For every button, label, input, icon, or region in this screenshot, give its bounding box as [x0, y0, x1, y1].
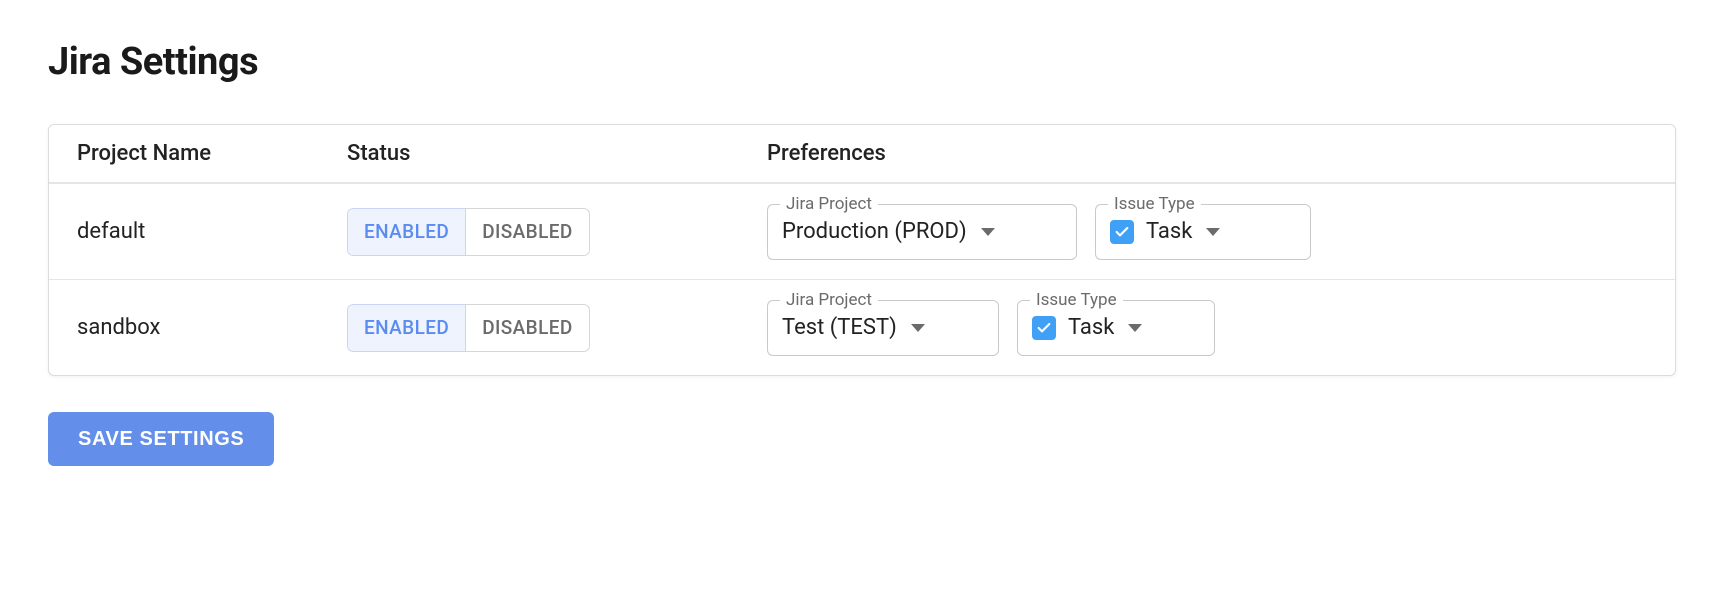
- jira-project-label: Jira Project: [780, 194, 878, 214]
- table-row: sandbox ENABLED DISABLED Jira Project Te…: [49, 279, 1675, 375]
- status-enabled-button[interactable]: ENABLED: [347, 304, 466, 352]
- table-header: Project Name Status Preferences: [49, 125, 1675, 183]
- chevron-down-icon: [911, 324, 925, 332]
- jira-project-select[interactable]: Jira Project Test (TEST): [767, 300, 999, 356]
- chevron-down-icon: [1206, 228, 1220, 236]
- jira-project-value: Production (PROD): [782, 219, 967, 244]
- jira-project-value: Test (TEST): [782, 315, 897, 340]
- issue-type-select[interactable]: Issue Type Task: [1017, 300, 1215, 356]
- jira-project-label: Jira Project: [780, 290, 878, 310]
- column-header-preferences: Preferences: [767, 141, 1647, 166]
- project-name: sandbox: [77, 315, 160, 340]
- status-disabled-button[interactable]: DISABLED: [466, 304, 589, 352]
- column-header-status: Status: [347, 141, 767, 166]
- settings-table: Project Name Status Preferences default …: [48, 124, 1676, 376]
- issue-type-value: Task: [1068, 315, 1114, 340]
- status-toggle: ENABLED DISABLED: [347, 208, 590, 256]
- column-header-project: Project Name: [77, 141, 347, 166]
- checkbox-checked-icon: [1110, 220, 1134, 244]
- issue-type-select[interactable]: Issue Type Task: [1095, 204, 1311, 260]
- chevron-down-icon: [1128, 324, 1142, 332]
- issue-type-value: Task: [1146, 219, 1192, 244]
- issue-type-label: Issue Type: [1108, 194, 1201, 214]
- status-enabled-button[interactable]: ENABLED: [347, 208, 466, 256]
- page-title: Jira Settings: [48, 40, 1676, 84]
- status-disabled-button[interactable]: DISABLED: [466, 208, 589, 256]
- project-name: default: [77, 219, 145, 244]
- checkbox-checked-icon: [1032, 316, 1056, 340]
- table-row: default ENABLED DISABLED Jira Project Pr…: [49, 183, 1675, 279]
- jira-project-select[interactable]: Jira Project Production (PROD): [767, 204, 1077, 260]
- chevron-down-icon: [981, 228, 995, 236]
- save-settings-button[interactable]: SAVE SETTINGS: [48, 412, 274, 466]
- status-toggle: ENABLED DISABLED: [347, 304, 590, 352]
- issue-type-label: Issue Type: [1030, 290, 1123, 310]
